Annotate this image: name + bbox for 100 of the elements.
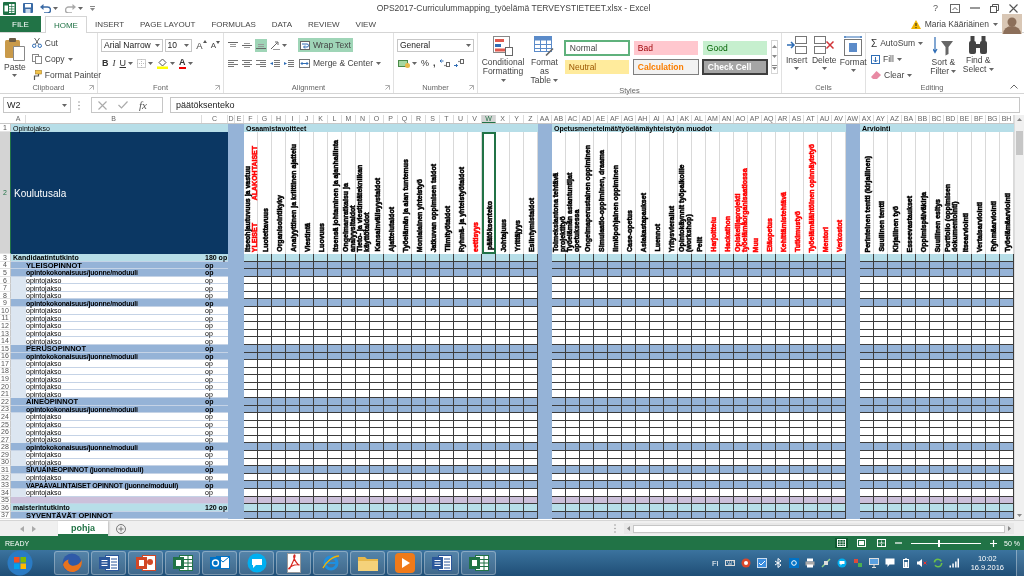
slider-thumb[interactable] [938, 539, 941, 547]
orientation-button[interactable] [269, 38, 288, 52]
decrease-decimal-button[interactable] [452, 56, 465, 70]
gallery-more-icon[interactable] [771, 64, 777, 70]
insert-button[interactable]: Insert [785, 35, 809, 82]
scroll-right-icon[interactable] [1008, 526, 1011, 531]
italic-button[interactable]: I [111, 56, 117, 70]
font-name-dropdown[interactable]: Arial Narrow [101, 38, 163, 52]
bluetooth-icon[interactable] [772, 558, 783, 568]
grow-font-button[interactable]: A [196, 39, 207, 51]
cell-style-option[interactable]: Bad [632, 40, 699, 56]
save-icon[interactable] [23, 3, 33, 13]
zoom-in-icon[interactable] [990, 539, 998, 547]
font-size-dropdown[interactable]: 10 [164, 38, 193, 52]
ribbon-tab[interactable]: PAGE LAYOUT [132, 16, 204, 32]
message-icon[interactable] [884, 558, 895, 568]
taskbar-button[interactable] [350, 551, 385, 575]
vertical-scrollbar[interactable] [1014, 115, 1024, 520]
comma-button[interactable]: , [432, 56, 437, 70]
ribbon-tab[interactable]: INSERT [86, 16, 133, 32]
page-break-preview-button[interactable] [875, 538, 889, 548]
ribbon-tab[interactable]: REVIEW [300, 16, 348, 32]
account-button[interactable]: Maria Kääriäinen [924, 19, 998, 29]
page-layout-button[interactable] [855, 538, 869, 548]
muted-speaker-icon[interactable] [916, 558, 927, 568]
taskbar-button[interactable] [165, 551, 200, 575]
scroll-down-icon[interactable] [1017, 514, 1022, 517]
customize-icon[interactable] [90, 5, 95, 11]
wrap-text-button[interactable]: Wrap Text [298, 38, 353, 52]
formula-field[interactable]: päätöksenteko [170, 97, 1020, 113]
name-box[interactable]: W2 [3, 97, 71, 113]
ribbon-tab[interactable]: VIEW [347, 16, 384, 32]
autosum-button[interactable]: Σ AutoSum [869, 36, 926, 50]
cell-style-option[interactable]: Normal [563, 40, 630, 56]
record-icon[interactable] [740, 558, 751, 568]
clear-button[interactable]: Clear [869, 68, 926, 82]
taskbar-button[interactable] [424, 551, 459, 575]
scroll-left-icon[interactable] [627, 526, 630, 531]
format-table-button[interactable]: Format as Table [528, 35, 561, 86]
merge-center-button[interactable]: Merge & Center [297, 56, 383, 70]
horizontal-scrollbar[interactable] [624, 523, 1014, 534]
borders-button[interactable] [136, 56, 154, 70]
chat-icon[interactable] [836, 558, 847, 568]
format-painter-button[interactable]: Format Painter [29, 68, 103, 82]
font-color-button[interactable]: A [178, 56, 194, 70]
restore-icon[interactable] [990, 3, 999, 13]
close-icon[interactable] [1009, 3, 1018, 13]
signal-icon[interactable] [948, 558, 959, 568]
sync-icon[interactable] [932, 558, 943, 568]
conditional-formatting-button[interactable]: Conditional Formatting [481, 35, 525, 86]
collapse-ribbon-icon[interactable] [1010, 84, 1018, 89]
battery-icon[interactable] [900, 558, 911, 568]
taskbar-button[interactable] [128, 551, 163, 575]
copy-button[interactable]: Copy [29, 52, 103, 66]
monitor-icon[interactable] [868, 558, 879, 568]
gallery-down-icon[interactable] [771, 54, 777, 58]
sort-filter-button[interactable]: Sort & Filter [928, 35, 959, 82]
cell-style-option[interactable]: Good [701, 40, 768, 56]
file-tab[interactable]: FILE [0, 16, 41, 32]
increase-decimal-button[interactable] [438, 56, 451, 70]
taskbar-button[interactable] [91, 551, 126, 575]
scroll-thumb[interactable] [633, 524, 1005, 533]
help-button[interactable]: ? [933, 3, 938, 13]
cell-style-option[interactable]: Neutral [563, 59, 630, 75]
printer-icon[interactable] [804, 558, 815, 568]
percent-button[interactable]: % [420, 56, 430, 70]
taskbar-button[interactable] [461, 551, 496, 575]
taskbar-button[interactable] [239, 551, 274, 575]
ribbon-tab[interactable]: DATA [263, 16, 300, 32]
taskbar-button[interactable] [387, 551, 422, 575]
squares-icon[interactable] [852, 558, 863, 568]
fill-button[interactable]: Fill [869, 52, 926, 66]
number-format-dropdown[interactable]: General [397, 38, 474, 52]
bold-button[interactable]: B [101, 56, 110, 70]
cut-button[interactable]: Cut [29, 36, 103, 50]
ring-tile-icon[interactable] [788, 558, 799, 568]
gallery-up-icon[interactable] [771, 44, 777, 48]
insert-function-button[interactable]: fx [139, 99, 147, 111]
redo-button[interactable] [65, 3, 83, 13]
checkbox-icon[interactable] [756, 558, 767, 568]
ribbon-tab[interactable]: FORMULAS [203, 16, 264, 32]
taskbar-button[interactable] [202, 551, 237, 575]
ribbon-display-icon[interactable] [950, 3, 960, 13]
underline-button[interactable]: U [118, 56, 134, 70]
plug-icon[interactable] [820, 558, 831, 568]
undo-button[interactable] [40, 3, 58, 13]
paste-button[interactable]: Paste [3, 35, 27, 82]
delete-button[interactable]: Delete [811, 35, 838, 82]
align-bottom-button[interactable] [255, 38, 267, 52]
format-button[interactable]: Format [840, 35, 867, 82]
normal-view-button[interactable] [835, 538, 849, 548]
sheet-tab[interactable]: pohja [58, 521, 108, 536]
shrink-font-button[interactable]: A [210, 40, 220, 50]
show-desktop-button[interactable] [1016, 550, 1024, 576]
keyboard-icon[interactable] [724, 558, 735, 568]
taskbar-button[interactable] [276, 551, 311, 575]
scroll-thumb[interactable] [1016, 131, 1023, 155]
ribbon-tab[interactable]: HOME [44, 16, 87, 33]
fill-color-button[interactable] [156, 56, 176, 70]
scroll-up-icon[interactable] [1017, 118, 1022, 121]
